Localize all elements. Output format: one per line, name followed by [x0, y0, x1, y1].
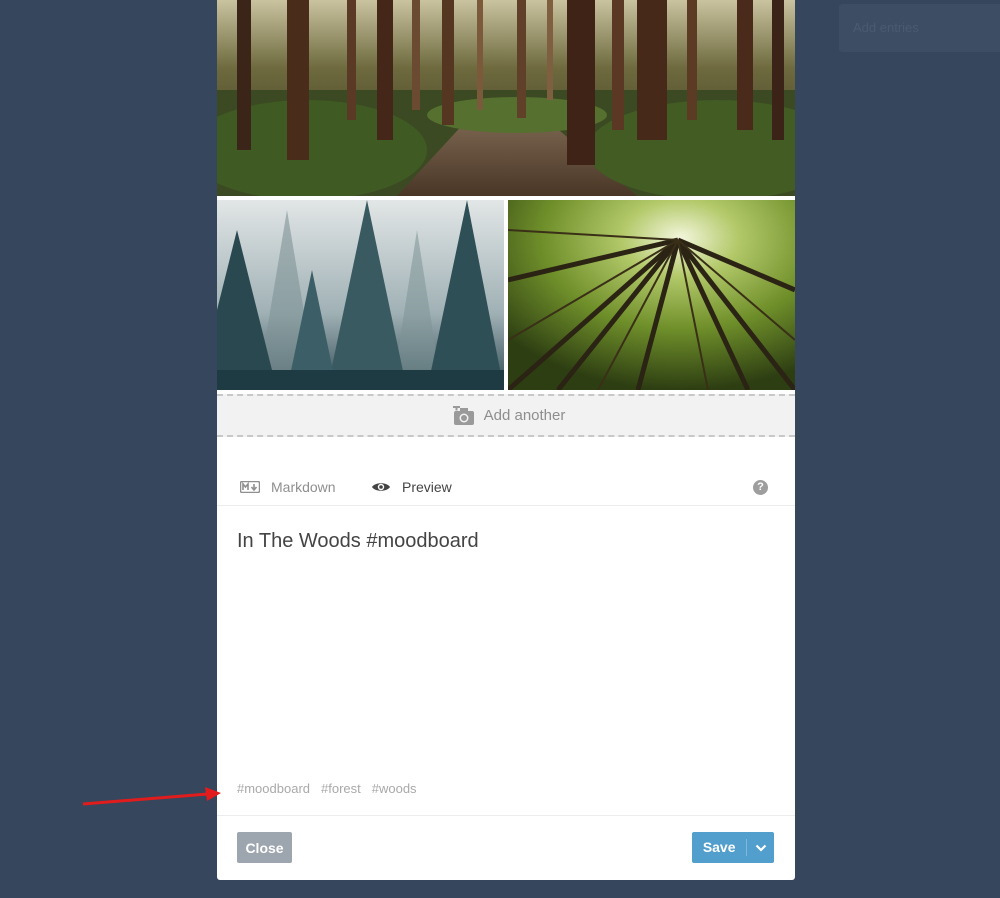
background-add-entries-panel: Add entries [839, 4, 1000, 52]
add-another-button[interactable]: Add another [217, 394, 795, 437]
add-another-label: Add another [483, 407, 566, 424]
tab-markdown[interactable]: Markdown [240, 468, 336, 506]
photo-misty-pine-forest[interactable] [217, 200, 504, 390]
photo-forest-canopy[interactable] [508, 200, 795, 390]
background-add-entries-label: Add entries [853, 20, 919, 35]
chevron-down-icon[interactable] [747, 844, 774, 852]
tab-markdown-label: Markdown [271, 479, 336, 495]
post-title[interactable]: In The Woods #moodboard [237, 530, 479, 553]
tag-item[interactable]: #woods [372, 781, 417, 796]
help-icon[interactable]: ? [753, 480, 768, 495]
tag-list: #moodboard #forest #woods [237, 781, 417, 796]
eye-icon [372, 483, 390, 491]
close-button[interactable]: Close [237, 832, 292, 863]
tag-item[interactable]: #forest [321, 781, 361, 796]
markdown-icon [240, 481, 260, 493]
tab-preview[interactable]: Preview [371, 468, 452, 506]
post-editor-card: Add another Markdown Preview ? In The Wo… [217, 0, 795, 880]
camera-plus-icon [452, 405, 474, 425]
save-button-label: Save [692, 839, 748, 856]
tag-item[interactable]: #moodboard [237, 781, 310, 796]
editor-footer: Close Save [217, 815, 795, 880]
photo-redwood-forest-path[interactable] [217, 0, 795, 196]
annotation-arrow-icon [82, 787, 221, 806]
tab-preview-label: Preview [402, 479, 452, 495]
save-button[interactable]: Save [692, 832, 774, 863]
editor-mode-tabs: Markdown Preview ? [217, 468, 795, 506]
